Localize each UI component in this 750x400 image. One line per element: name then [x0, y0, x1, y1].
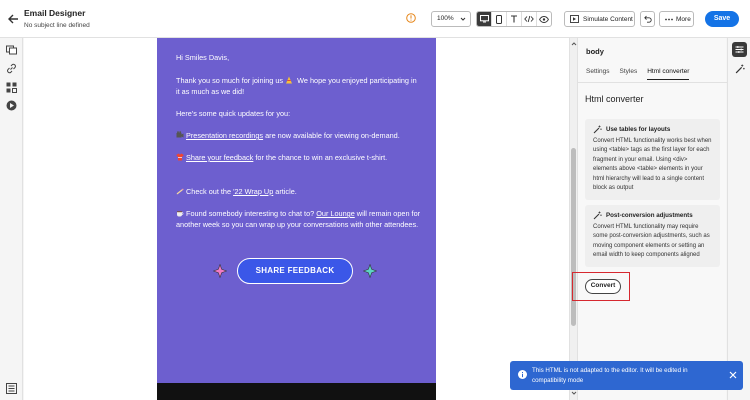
tip-card-post-conversion: Post-conversion adjustments Convert HTML…: [585, 205, 720, 267]
party-hat-icon: [286, 76, 293, 84]
view-mode-toggle: [476, 11, 552, 27]
coffee-cup-icon: [177, 211, 184, 217]
section-title: Html converter: [585, 94, 644, 104]
panel-heading: body: [586, 47, 604, 56]
panel-tabs: Settings Styles Html converter: [586, 68, 690, 80]
update-item-wrapup: Check out the '22 Wrap Up article.: [176, 187, 421, 198]
assets-icon[interactable]: [6, 44, 17, 55]
sparkle-right-icon: [363, 264, 377, 278]
magic-wand-icon: [735, 64, 745, 73]
tip-title-post-conversion: Post-conversion adjustments: [606, 212, 693, 219]
left-tool-rail: [0, 38, 23, 400]
intro-paragraph: Thank you so much for joining us We hope…: [176, 76, 417, 96]
html-converter-toggle-button[interactable]: [732, 61, 747, 76]
pencil-icon: [176, 188, 184, 195]
right-tool-rail: [727, 38, 750, 400]
sparkle-left-icon: [213, 264, 227, 278]
simulate-content-button[interactable]: Simulate Content: [564, 11, 635, 27]
tip-body-tables: Convert HTML functionality works best wh…: [593, 137, 712, 192]
email-canvas[interactable]: Hi Smiles Davis, Thank you so much for j…: [24, 38, 569, 400]
properties-panel: body Settings Styles Html converter Html…: [577, 38, 727, 400]
simulate-label: Simulate Content: [583, 15, 633, 23]
updates-heading: Here's some quick updates for you:: [176, 109, 291, 118]
save-button[interactable]: Save: [705, 11, 739, 27]
eye-icon: [539, 15, 549, 23]
tab-styles[interactable]: Styles: [620, 68, 638, 80]
tab-settings[interactable]: Settings: [586, 68, 610, 80]
magic-wand-icon: [593, 125, 602, 134]
tshirt-icon: [176, 153, 184, 161]
recordings-link[interactable]: Presentation recordings: [186, 131, 263, 140]
canvas-scrollbar[interactable]: [569, 38, 577, 400]
tip-body-post-conversion: Convert HTML functionality may require s…: [593, 223, 710, 259]
components-icon[interactable]: [6, 82, 17, 93]
update-item-lounge: Found somebody interesting to chat to? O…: [176, 209, 421, 229]
link-icon[interactable]: [6, 63, 17, 74]
ellipsis-icon: [665, 18, 673, 20]
video-camera-icon: [176, 131, 184, 138]
desktop-view-button[interactable]: [477, 12, 492, 26]
simulate-icon: [570, 15, 579, 23]
convert-button[interactable]: Convert: [585, 279, 621, 294]
share-feedback-button[interactable]: SHARE FEEDBACK: [237, 258, 353, 284]
zoom-value: 100%: [437, 15, 454, 22]
subject-line-status: No subject line defined: [24, 22, 90, 29]
more-button[interactable]: More: [659, 11, 694, 27]
update-item-feedback: Share your feedback for the chance to wi…: [176, 153, 421, 164]
personalization-icon[interactable]: [6, 100, 17, 111]
code-view-button[interactable]: [522, 12, 537, 26]
lounge-link[interactable]: Our Lounge: [316, 209, 355, 218]
app-header: Email Designer No subject line defined 1…: [0, 0, 750, 38]
text-view-button[interactable]: [507, 12, 522, 26]
properties-toggle-button[interactable]: [732, 42, 747, 57]
more-label: More: [676, 15, 691, 23]
greeting-text: Hi Smiles Davis,: [176, 53, 230, 62]
undo-icon: [643, 15, 652, 23]
undo-button[interactable]: [640, 11, 655, 27]
wrap-up-link[interactable]: '22 Wrap Up: [233, 187, 273, 196]
tip-card-tables: Use tables for layouts Convert HTML func…: [585, 119, 720, 200]
text-icon: [511, 15, 517, 23]
back-arrow-icon[interactable]: [6, 12, 20, 26]
close-icon[interactable]: [729, 371, 737, 379]
app-title: Email Designer: [24, 8, 86, 18]
layers-icon[interactable]: [6, 383, 17, 394]
compatibility-toast: This HTML is not adapted to the editor. …: [510, 361, 743, 390]
mobile-icon: [496, 14, 502, 24]
tabs-divider: [578, 82, 727, 83]
email-body[interactable]: Hi Smiles Davis, Thank you so much for j…: [157, 38, 436, 383]
tab-html-converter[interactable]: Html converter: [647, 68, 690, 80]
sliders-icon: [735, 46, 744, 53]
alert-icon[interactable]: [406, 13, 416, 23]
desktop-icon: [479, 15, 489, 23]
mobile-view-button[interactable]: [492, 12, 507, 26]
share-feedback-link[interactable]: Share your feedback: [186, 153, 253, 162]
preview-button[interactable]: [537, 12, 551, 26]
tip-title-tables: Use tables for layouts: [606, 126, 671, 133]
update-item-recordings: Presentation recordings are now availabl…: [176, 131, 421, 142]
info-icon: [518, 370, 527, 379]
magic-wand-icon: [593, 211, 602, 220]
toast-message: This HTML is not adapted to the editor. …: [532, 367, 688, 384]
code-icon: [524, 15, 534, 23]
zoom-select[interactable]: 100%: [431, 11, 471, 27]
email-footer-bar: [157, 383, 436, 400]
chevron-down-icon: [460, 17, 466, 21]
